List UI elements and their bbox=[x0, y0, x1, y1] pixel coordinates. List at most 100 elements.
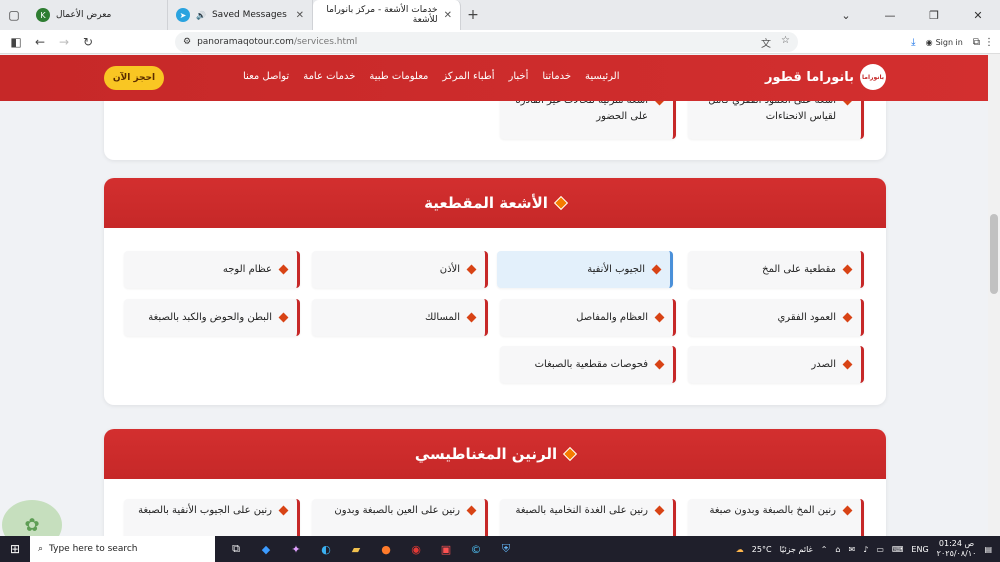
window-controls: ⌄ — ❐ ✕ bbox=[824, 0, 1000, 30]
sidebar-icon[interactable]: ◧ bbox=[4, 30, 28, 54]
list-item[interactable]: رنين على الغدة النخامية بالصبغة bbox=[500, 499, 676, 536]
download-icon[interactable]: ⤓ bbox=[911, 37, 915, 48]
speaker-icon: 🔊 bbox=[196, 10, 206, 20]
diamond-icon bbox=[466, 312, 477, 323]
mri-section-card: الرنين المغناطيسي رنين المخ بالصبغة وبدو… bbox=[104, 429, 886, 536]
clock[interactable]: 01:24 ص ٢٠٢٥/٠٨/١٠ bbox=[937, 539, 977, 558]
scrollbar-thumb[interactable] bbox=[990, 214, 998, 294]
forward-button[interactable]: → bbox=[52, 30, 76, 54]
page-content: أشعة على العمود الفقري كامل لقياس الانحن… bbox=[0, 101, 988, 536]
diamond-icon bbox=[651, 264, 662, 275]
list-item[interactable]: البطن والحوض والكبد بالصبغة bbox=[124, 299, 300, 336]
mri-section-header: الرنين المغناطيسي bbox=[104, 429, 886, 479]
system-tray: ☁ 25°C غائم جزئيًا ⌃ ⌂ ✉ ♪ ▭ ⌨ ENG 01:24… bbox=[735, 539, 992, 558]
chevron-up-icon[interactable]: ⌃ bbox=[821, 545, 828, 554]
menu-item-doctors[interactable]: أطباء المركز bbox=[442, 71, 494, 82]
volume-icon[interactable]: ♪ bbox=[863, 545, 868, 554]
list-item[interactable]: المسالك bbox=[312, 299, 488, 336]
diamond-icon bbox=[842, 359, 853, 370]
bookmark-star-icon[interactable]: ☆ bbox=[781, 35, 790, 50]
battery-icon[interactable]: ▭ bbox=[876, 545, 884, 554]
browser-tab-bar: ▢ K معرض الأعمال ➤ 🔊 Saved Messages ✕ خد… bbox=[0, 0, 1000, 30]
menu-item-news[interactable]: أخبار bbox=[509, 71, 529, 82]
close-tab-icon[interactable]: ✕ bbox=[444, 10, 452, 21]
diamond-icon bbox=[842, 505, 853, 516]
taskbar-search-input[interactable]: ⌕ Type here to search bbox=[30, 536, 215, 562]
mail-icon[interactable]: ✉ bbox=[849, 545, 856, 554]
firefox-icon[interactable]: ● bbox=[375, 538, 397, 560]
address-bar[interactable]: ⚙ panoramaqotour.com/services.html 文 ☆ bbox=[175, 32, 798, 52]
diamond-icon bbox=[278, 312, 289, 323]
menu-item-medical-info[interactable]: معلومات طبية bbox=[369, 71, 428, 82]
diamond-icon bbox=[654, 505, 665, 516]
page-scrollbar[interactable] bbox=[988, 54, 1000, 536]
diamond-icon bbox=[654, 312, 665, 323]
vscode-icon[interactable]: ◆ bbox=[255, 538, 277, 560]
list-item[interactable]: فحوصات مقطعية بالصبغات bbox=[500, 346, 676, 383]
diamond-icon bbox=[842, 264, 853, 275]
close-window-icon[interactable]: ✕ bbox=[956, 0, 1000, 30]
diamond-icon bbox=[466, 505, 477, 516]
notifications-icon[interactable]: ▤ bbox=[984, 545, 992, 554]
copilot-icon[interactable]: ✦ bbox=[285, 538, 307, 560]
tab-radiology-services[interactable]: خدمات الأشعة - مركز بانوراما للأشعة ✕ bbox=[313, 0, 461, 30]
browser-tools: ⤓ ◉ Sign in ⧉ ⋮ bbox=[911, 30, 1000, 54]
list-item[interactable]: العظام والمفاصل bbox=[500, 299, 676, 336]
menu-item-home[interactable]: الرئيسية bbox=[585, 71, 619, 82]
file-explorer-icon[interactable]: ▰ bbox=[345, 538, 367, 560]
list-item[interactable]: عظام الوجه bbox=[124, 251, 300, 288]
network-icon[interactable]: ⌂ bbox=[835, 545, 840, 554]
profile-icon: ◉ bbox=[925, 37, 933, 47]
k-app-icon: K bbox=[36, 8, 50, 22]
diamond-icon bbox=[842, 101, 853, 106]
app-game-icon[interactable]: ▣ bbox=[435, 538, 457, 560]
tab-portfolio[interactable]: K معرض الأعمال bbox=[28, 0, 168, 30]
sign-in-button[interactable]: ◉ Sign in bbox=[920, 38, 969, 47]
tab-list-icon[interactable]: ▢ bbox=[0, 0, 28, 30]
keyboard-icon[interactable]: ⌨ bbox=[892, 545, 904, 554]
translate-icon[interactable]: 文 bbox=[761, 35, 771, 50]
list-item[interactable]: أشعة على العمود الفقري كامل لقياس الانحن… bbox=[688, 101, 864, 139]
book-now-button[interactable]: احجز الآن bbox=[104, 66, 164, 90]
menu-item-services[interactable]: خدماتنا bbox=[542, 71, 571, 82]
xray-section-card: أشعة على العمود الفقري كامل لقياس الانحن… bbox=[104, 101, 886, 160]
windows-taskbar: ⊞ ⌕ Type here to search ⧉ ◆ ✦ ◐ ▰ ● ◉ ▣ … bbox=[0, 536, 1000, 562]
menu-item-contact[interactable]: تواصل معنا bbox=[243, 71, 289, 82]
main-menu: الرئيسية خدماتنا أخبار أطباء المركز معلو… bbox=[243, 71, 620, 82]
diamond-icon bbox=[553, 195, 568, 211]
extensions-icon[interactable]: ⧉ bbox=[973, 37, 980, 48]
ct-section-header: الأشعة المقطعية bbox=[104, 178, 886, 228]
search-icon: ⌕ bbox=[38, 544, 44, 554]
tab-saved-messages[interactable]: ➤ 🔊 Saved Messages ✕ bbox=[168, 0, 313, 30]
ct-section-card: الأشعة المقطعية مقطعية على المخ الجيوب ا… bbox=[104, 178, 886, 405]
list-item[interactable]: الأذن bbox=[312, 251, 488, 288]
list-item[interactable]: رنين المخ بالصبغة وبدون صبغة bbox=[688, 499, 864, 536]
list-item[interactable]: رنين على الجيوب الأنفية بالصبغة bbox=[124, 499, 300, 536]
edge-icon[interactable]: ◐ bbox=[315, 538, 337, 560]
list-item[interactable]: أشعة منزلية للحالات غير القادرة على الحض… bbox=[500, 101, 676, 139]
list-item[interactable]: مقطعية على المخ bbox=[688, 251, 864, 288]
app-c-icon[interactable]: © bbox=[465, 538, 487, 560]
maximize-icon[interactable]: ❐ bbox=[912, 0, 956, 30]
tab-search-chevron-icon[interactable]: ⌄ bbox=[824, 0, 868, 30]
app-red-icon[interactable]: ◉ bbox=[405, 538, 427, 560]
windows-start-icon[interactable]: ⊞ bbox=[0, 536, 30, 562]
site-info-icon[interactable]: ⚙ bbox=[183, 37, 191, 47]
menu-item-general-services[interactable]: خدمات عامة bbox=[303, 71, 355, 82]
back-button[interactable]: ← bbox=[28, 30, 52, 54]
list-item[interactable]: رنين على العين بالصبغة وبدون bbox=[312, 499, 488, 536]
close-tab-icon[interactable]: ✕ bbox=[296, 10, 304, 21]
list-item[interactable]: الجيوب الأنفية bbox=[497, 251, 673, 288]
new-tab-button[interactable]: + bbox=[461, 7, 485, 23]
list-item[interactable]: الصدر bbox=[688, 346, 864, 383]
menu-kebab-icon[interactable]: ⋮ bbox=[984, 37, 994, 48]
telegram-icon: ➤ bbox=[176, 8, 190, 22]
minimize-icon[interactable]: — bbox=[868, 0, 912, 30]
list-item[interactable]: العمود الفقري bbox=[688, 299, 864, 336]
task-view-icon[interactable]: ⧉ bbox=[225, 538, 247, 560]
shield-app-icon[interactable]: ⛨ bbox=[495, 538, 517, 560]
diamond-icon bbox=[842, 312, 853, 323]
reload-button[interactable]: ↻ bbox=[76, 30, 100, 54]
taskbar-apps: ⧉ ◆ ✦ ◐ ▰ ● ◉ ▣ © ⛨ bbox=[225, 538, 517, 560]
brand[interactable]: بانوراما قطور بانوراما bbox=[765, 64, 886, 90]
